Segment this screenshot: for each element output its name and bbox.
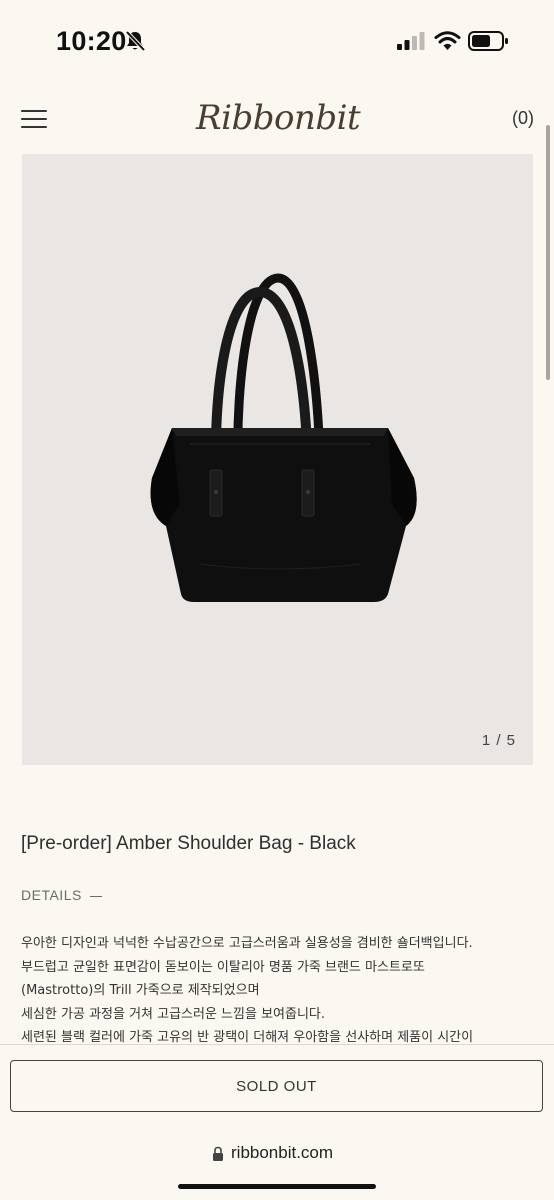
description-line: 세심한 가공 과정을 거쳐 고급스러운 느낌을 보여줍니다. xyxy=(21,1006,326,1022)
cellular-signal-icon xyxy=(397,32,425,50)
collapse-dash-icon xyxy=(89,895,102,897)
product-image-gallery[interactable]: 1 / 5 xyxy=(22,154,533,765)
details-label: DETAILS xyxy=(21,887,82,903)
hamburger-menu-icon[interactable] xyxy=(21,110,47,130)
details-toggle[interactable]: DETAILS xyxy=(21,887,102,903)
page-scrollbar[interactable] xyxy=(546,125,550,380)
cart-count[interactable]: (0) xyxy=(512,108,534,129)
description-line: 우아한 디자인과 넉넉한 수납공간으로 고급스러움과 실용성을 겸비한 숄더백입… xyxy=(21,936,473,951)
description-line: (Mastrotto)의 Trill 가죽으로 제작되었으며 xyxy=(21,983,260,998)
wifi-icon xyxy=(434,31,461,50)
product-title: [Pre-order] Amber Shoulder Bag - Black xyxy=(21,833,356,854)
url-text: ribbonbit.com xyxy=(231,1143,334,1162)
site-header: Ribbonbit (0) xyxy=(0,84,554,154)
purchase-bar: SOLD OUT xyxy=(0,1044,554,1128)
browser-address-bar[interactable]: ribbonbit.com xyxy=(0,1128,554,1200)
product-description: 우아한 디자인과 넉넉한 수납공간으로 고급스러움과 실용성을 겸비한 숄더백입… xyxy=(21,932,536,1050)
image-counter: 1 / 5 xyxy=(481,732,516,749)
sold-out-button[interactable]: SOLD OUT xyxy=(10,1060,543,1112)
home-indicator[interactable] xyxy=(178,1184,376,1189)
status-time: 10:20 xyxy=(56,26,127,56)
product-bag-image xyxy=(150,273,417,602)
status-bar: 10:20 xyxy=(0,0,554,84)
brand-logo[interactable]: Ribbonbit xyxy=(196,90,361,150)
bell-muted-icon xyxy=(125,30,146,52)
lock-icon xyxy=(213,1146,223,1161)
description-line: 부드럽고 균일한 표면감이 돋보이는 이탈리아 명품 가죽 브랜드 마스트로또 xyxy=(21,959,425,975)
battery-icon xyxy=(468,31,508,51)
